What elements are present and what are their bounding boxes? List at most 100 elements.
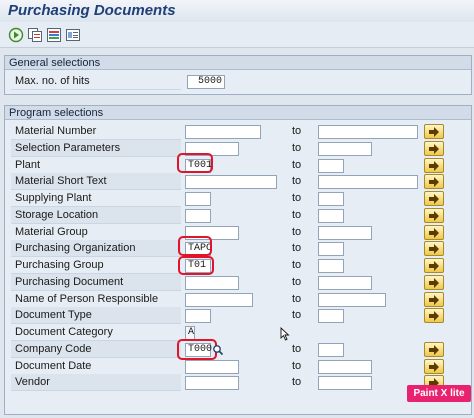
supplying-plant-to-field[interactable]: [318, 192, 344, 206]
material-short-text-multiple-selection-button[interactable]: [424, 174, 444, 190]
material-short-text-row: Material Short Text to: [5, 173, 471, 191]
material-short-text-to-label: to: [292, 175, 302, 188]
multiple-selection-arrow-icon: [429, 244, 439, 255]
material-group-multiple-selection-button[interactable]: [424, 224, 444, 240]
document-type-from-field[interactable]: [185, 309, 211, 324]
multiple-selection-arrow-icon: [429, 194, 439, 204]
vendor-to-field[interactable]: [318, 376, 372, 391]
purchasing-organization-to-field[interactable]: [318, 242, 344, 257]
search-help-icon[interactable]: [212, 344, 224, 356]
name-of-person-responsible-multiple-selection-button[interactable]: [424, 291, 444, 307]
name-of-person-responsible-to-label: to: [292, 292, 302, 305]
material-number-to-field[interactable]: [318, 125, 418, 139]
multiple-selection-arrow-icon: [429, 160, 439, 171]
purchasing-group-from-field[interactable]: T01: [185, 259, 211, 273]
document-type-to-field[interactable]: [318, 309, 344, 324]
purchasing-group-row: Purchasing Group T01 to: [5, 257, 471, 274]
page-title: Purchasing Documents: [8, 2, 176, 19]
purchasing-document-label: Purchasing Document: [11, 273, 181, 291]
program-selections-group: Program selections Material Number to Sele…: [4, 105, 472, 415]
name-of-person-responsible-from-field[interactable]: [185, 292, 253, 307]
company-code-to-field[interactable]: [318, 342, 344, 357]
material-number-multiple-selection-button[interactable]: [424, 124, 444, 139]
plant-from-field[interactable]: T001: [185, 158, 212, 173]
plant-multiple-selection-button[interactable]: [424, 157, 444, 173]
multiple-selection-arrow-icon: [429, 294, 439, 305]
supplying-plant-from-field[interactable]: [185, 192, 211, 206]
supplying-plant-row: Supplying Plant to: [5, 190, 471, 207]
multiple-selection-arrow-icon: [429, 210, 439, 221]
document-category-label: Document Category: [11, 324, 181, 341]
execute-icon[interactable]: [8, 27, 24, 43]
document-date-from-field[interactable]: [185, 359, 239, 374]
supplying-plant-to-label: to: [292, 192, 302, 204]
material-short-text-from-field[interactable]: [185, 175, 277, 190]
company-code-from-field[interactable]: T000: [185, 342, 212, 357]
application-toolbar: [0, 22, 474, 48]
material-group-row: Material Group to: [5, 224, 471, 241]
storage-location-row: Storage Location to: [5, 206, 471, 224]
purchasing-document-to-label: to: [292, 275, 302, 288]
company-code-multiple-selection-button[interactable]: [424, 341, 444, 357]
document-date-multiple-selection-button[interactable]: [424, 358, 444, 374]
vendor-from-field[interactable]: [185, 376, 239, 391]
plant-label: Plant: [11, 157, 181, 174]
supplying-plant-label: Supplying Plant: [11, 190, 181, 207]
company-code-to-label: to: [292, 342, 302, 355]
storage-location-to-label: to: [292, 208, 302, 221]
supplying-plant-multiple-selection-button[interactable]: [424, 191, 444, 206]
material-short-text-label: Material Short Text: [11, 173, 181, 191]
document-date-to-field[interactable]: [318, 359, 372, 374]
name-of-person-responsible-to-field[interactable]: [318, 292, 386, 307]
purchasing-organization-from-field[interactable]: TAPO: [185, 242, 212, 257]
material-group-label: Material Group: [11, 224, 181, 241]
storage-location-from-field[interactable]: [185, 208, 211, 223]
selection-parameters-multiple-selection-button[interactable]: [424, 140, 444, 156]
plant-to-field[interactable]: [318, 158, 344, 173]
general-selections-group: General selections Max. no. of hits 5000: [4, 55, 472, 95]
purchasing-organization-label: Purchasing Organization: [11, 240, 181, 258]
vendor-row: Vendor to: [5, 374, 471, 392]
multiple-selection-arrow-icon: [429, 277, 439, 288]
purchasing-document-multiple-selection-button[interactable]: [424, 274, 444, 290]
document-category-from-field[interactable]: A: [185, 326, 195, 340]
document-date-to-label: to: [292, 359, 302, 372]
purchasing-group-to-field[interactable]: [318, 259, 344, 273]
name-of-person-responsible-row: Name of Person Responsible to: [5, 291, 471, 308]
storage-location-multiple-selection-button[interactable]: [424, 207, 444, 223]
multiple-selection-arrow-icon: [429, 344, 439, 355]
multiple-selection-arrow-icon: [429, 177, 439, 188]
plant-to-label: to: [292, 158, 302, 171]
material-short-text-to-field[interactable]: [318, 175, 418, 190]
material-number-label: Material Number: [11, 123, 181, 140]
name-of-person-responsible-label: Name of Person Responsible: [11, 291, 181, 308]
purchasing-document-to-field[interactable]: [318, 275, 372, 290]
paint-x-lite-badge: Paint X lite: [407, 385, 471, 402]
selection-parameters-from-field[interactable]: [185, 141, 239, 156]
max-hits-field[interactable]: 5000: [187, 75, 225, 89]
vendor-to-label: to: [292, 376, 302, 389]
material-group-from-field[interactable]: [185, 225, 239, 240]
document-type-multiple-selection-button[interactable]: [424, 308, 444, 324]
program-selections-header: Program selections: [5, 106, 471, 120]
storage-location-to-field[interactable]: [318, 208, 344, 223]
material-group-to-field[interactable]: [318, 225, 372, 240]
dynamic-selections-icon[interactable]: [65, 27, 81, 43]
selection-options-icon[interactable]: [46, 27, 62, 43]
general-selections-header: General selections: [5, 56, 471, 70]
multiple-selection-arrow-icon: [429, 261, 439, 271]
purchasing-document-row: Purchasing Document to: [5, 273, 471, 291]
material-number-to-label: to: [292, 125, 302, 137]
copy-variant-icon[interactable]: [27, 27, 43, 43]
purchasing-document-from-field[interactable]: [185, 275, 239, 290]
selection-parameters-label: Selection Parameters: [11, 139, 181, 157]
purchasing-group-multiple-selection-button[interactable]: [424, 258, 444, 273]
max-hits-row: Max. no. of hits 5000: [5, 73, 471, 90]
multiple-selection-arrow-icon: [429, 127, 439, 137]
selection-parameters-to-field[interactable]: [318, 141, 372, 156]
document-category-row: Document Category A: [5, 324, 471, 341]
purchasing-organization-multiple-selection-button[interactable]: [424, 241, 444, 257]
material-number-from-field[interactable]: [185, 125, 261, 139]
material-group-to-label: to: [292, 225, 302, 238]
title-bar: Purchasing Documents: [0, 0, 474, 22]
